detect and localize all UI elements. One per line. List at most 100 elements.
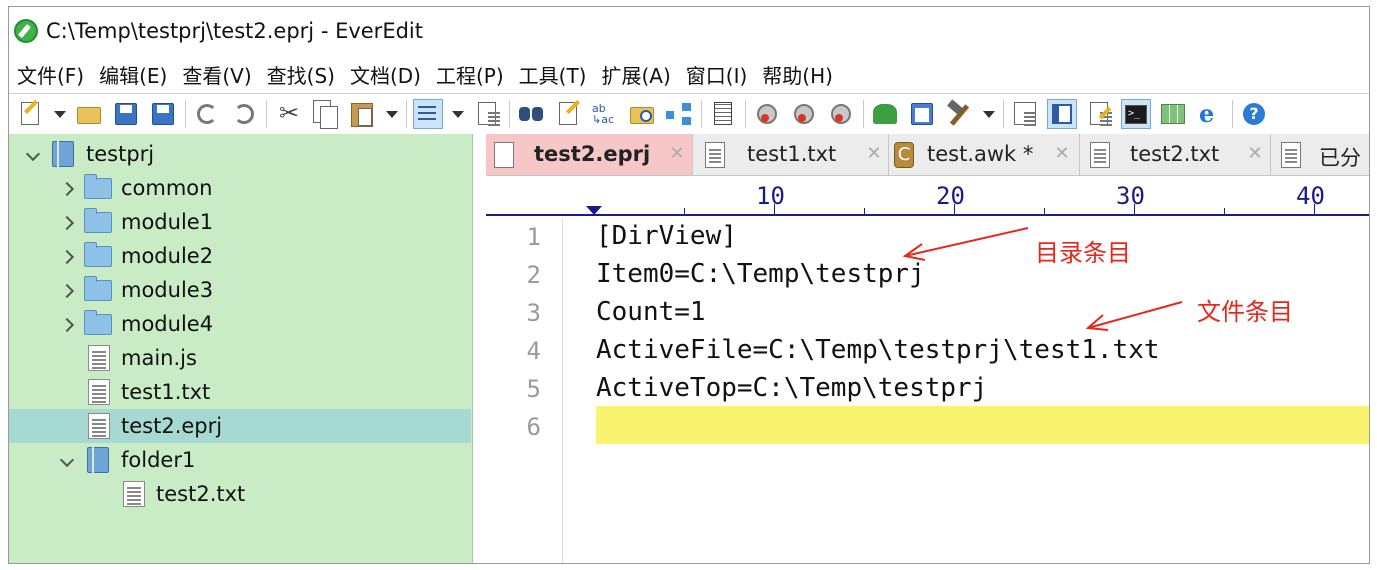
ruler-label: 20 [936,182,965,210]
line-number: 1 [526,223,541,251]
tree-item-module3[interactable]: module3 [9,273,471,307]
grid-icon[interactable] [1158,99,1188,129]
menu-document[interactable]: 文档(D) [350,60,421,89]
tree-item-label: module2 [121,244,214,268]
build-dropdown-icon[interactable] [981,99,995,129]
folder-icon [84,310,112,336]
text-editor[interactable]: 1 2 3 4 5 6 [DirView] Item0=C:\Temp\test… [486,218,1369,563]
cut-icon[interactable]: ✂ [273,99,303,129]
tab-label: 已分 [1319,146,1361,170]
chevron-right-icon[interactable] [59,317,75,333]
play-icon[interactable] [789,99,819,129]
menu-project[interactable]: 工程(P) [436,60,504,89]
macro-icon[interactable] [826,99,856,129]
console-icon[interactable]: >_ [1121,98,1151,129]
edit-icon[interactable] [553,99,583,129]
tab-test1-txt[interactable]: test1.txt ✕ [693,134,889,175]
close-icon[interactable]: ✕ [1053,145,1071,163]
tree-item-test2-eprj[interactable]: test2.eprj [9,409,471,443]
new-dropdown-icon[interactable] [52,99,66,129]
tree-item-module4[interactable]: module4 [9,307,471,341]
paste-icon[interactable] [347,99,377,129]
everedit-window: C:\Temp\testprj\test2.eprj - EverEdit 文件… [8,6,1370,564]
menu-window[interactable]: 窗口(I) [686,60,748,89]
tree-item-label: common [121,176,213,200]
hex-icon[interactable] [708,99,738,129]
redo-icon[interactable] [229,99,259,129]
chevron-right-icon[interactable] [59,181,75,197]
tab-label: test2.txt [1130,142,1220,166]
find-icon[interactable] [516,99,546,129]
tree-item-module1[interactable]: module1 [9,205,471,239]
window-icon[interactable] [907,99,937,129]
clip-icon[interactable] [1084,99,1114,129]
tab-test2-eprj[interactable]: test2.eprj ✕ [486,134,693,175]
ruler-label: 10 [756,182,785,210]
copy-icon[interactable] [310,99,340,129]
menu-file[interactable]: 文件(F) [17,60,84,89]
tree-item-module2[interactable]: module2 [9,239,471,273]
plugin-icon[interactable] [870,99,900,129]
chevron-right-icon[interactable] [59,215,75,231]
code-line[interactable]: ActiveTop=C:\Temp\testprj [596,373,987,403]
text-file-icon [705,142,725,168]
new-icon[interactable] [15,99,45,129]
tree-item-folder1[interactable]: folder1 [9,443,471,477]
close-icon[interactable]: ✕ [668,145,686,163]
build-icon[interactable] [944,98,974,129]
tree-item-common[interactable]: common [9,171,471,205]
toolbar-divider [266,99,267,128]
ruler-label: 40 [1296,182,1325,210]
browser-icon[interactable]: e [1195,99,1225,129]
text-file-icon [1281,142,1301,168]
toolbar-divider [863,99,864,128]
tab-test2-txt[interactable]: test2.txt ✕ [1080,134,1271,175]
menu-search[interactable]: 查找(S) [267,60,335,89]
tree-item-main-js[interactable]: main.js [9,341,471,375]
code-line[interactable]: ActiveFile=C:\Temp\testprj\test1.txt [596,335,1160,365]
tree-item-label: test1.txt [121,380,211,404]
code-line[interactable]: Count=1 [596,297,706,327]
text-file-icon [119,480,145,507]
compare-icon[interactable] [664,99,694,129]
close-icon[interactable]: ✕ [1246,145,1264,163]
outline-icon[interactable] [1010,99,1040,129]
help-icon[interactable]: ? [1239,99,1269,129]
paste-dropdown-icon[interactable] [384,99,398,129]
tree-item-label: main.js [121,346,197,370]
wrap-icon[interactable] [413,98,443,129]
chevron-down-icon[interactable] [25,149,41,165]
menu-help[interactable]: 帮助(H) [762,60,833,89]
tab-split[interactable]: 已分 [1271,134,1369,175]
close-icon[interactable]: ✕ [865,145,883,163]
tree-root-testprj[interactable]: testprj [9,137,471,171]
record-icon[interactable] [752,99,782,129]
menu-extensions[interactable]: 扩展(A) [601,60,670,89]
tab-test-awk[interactable]: C test.awk * ✕ [889,134,1080,175]
save-icon[interactable] [111,99,141,129]
menu-tools[interactable]: 工具(T) [519,60,587,89]
menu-view[interactable]: 查看(V) [182,60,251,89]
replace-icon[interactable]: ab ↳ac [590,99,620,129]
sidebar-icon[interactable] [1047,98,1077,129]
text-file-icon [84,378,110,405]
find-files-icon[interactable] [627,99,657,129]
code-line[interactable]: Item0=C:\Temp\testprj [596,259,925,289]
project-tree-panel: testprj common module1 module2 module3 m… [9,134,473,563]
chevron-right-icon[interactable] [59,283,75,299]
chevron-down-icon[interactable] [59,455,75,471]
tab-label: test.awk * [927,142,1034,166]
save-all-icon[interactable] [148,99,178,129]
list-icon[interactable] [472,99,502,129]
wrap-dropdown-icon[interactable] [450,99,464,129]
annotation-file-entry: 文件条目 [1197,298,1293,326]
chevron-right-icon[interactable] [59,249,75,265]
undo-icon[interactable] [192,99,222,129]
open-icon[interactable] [74,99,104,129]
tree-item-test1-txt[interactable]: test1.txt [9,375,471,409]
text-file-icon [1090,142,1110,168]
toolbar-divider [745,99,746,128]
tree-item-test2-txt[interactable]: test2.txt [9,477,471,511]
code-line[interactable]: [DirView] [596,221,737,251]
menu-edit[interactable]: 编辑(E) [99,60,167,89]
